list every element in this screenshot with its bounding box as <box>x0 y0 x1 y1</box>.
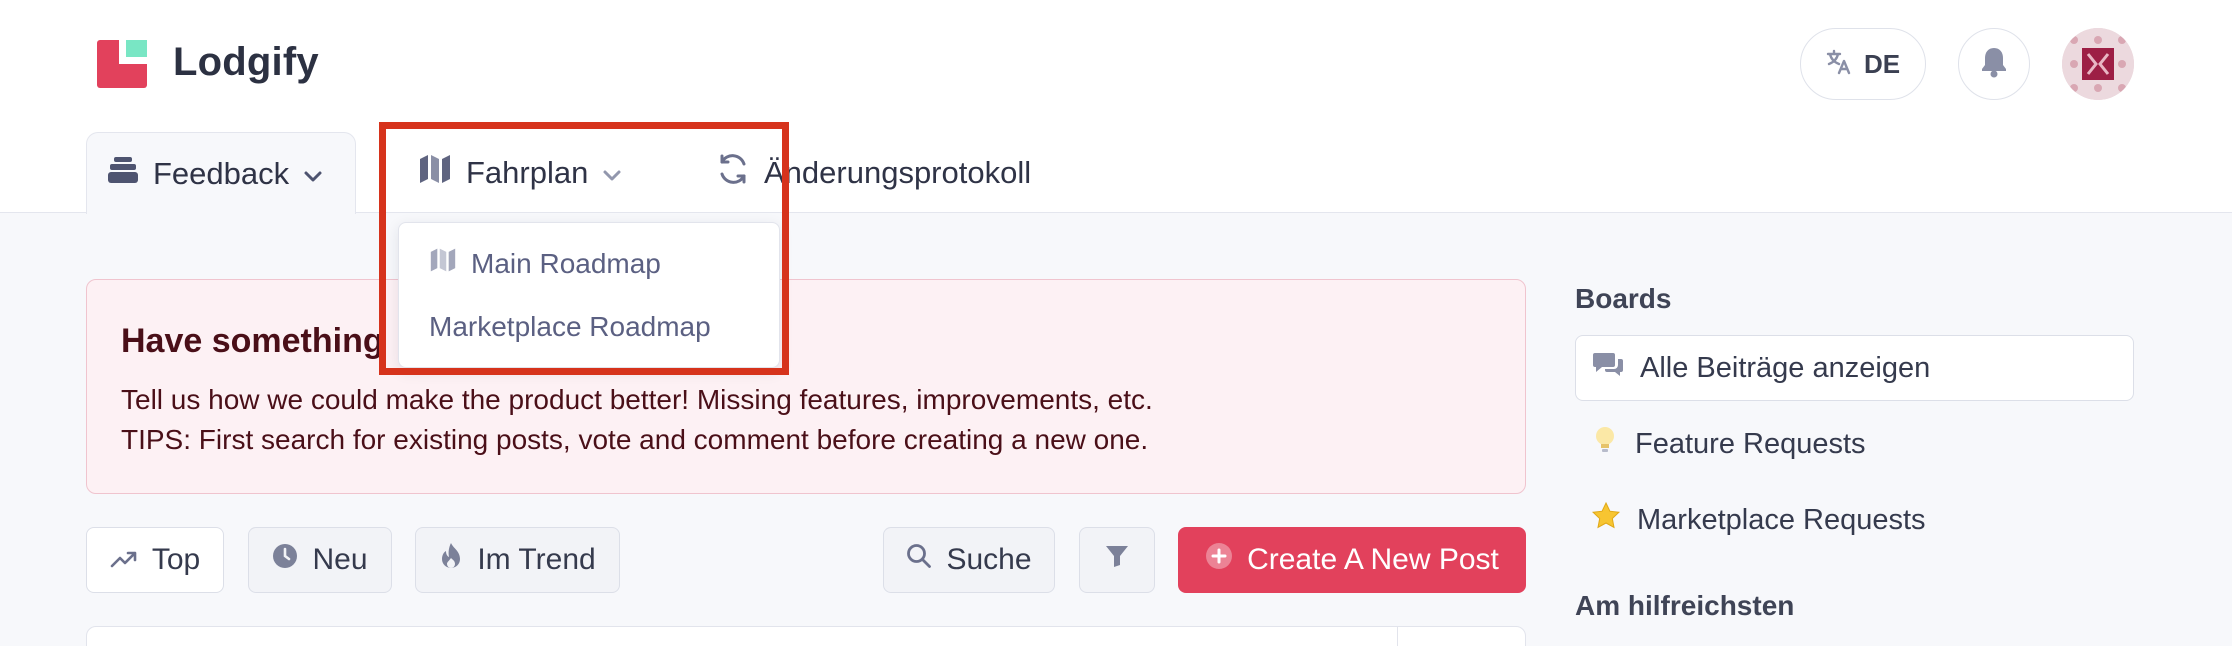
flame-icon <box>439 542 463 578</box>
tab-feedback-label: Feedback <box>153 155 290 191</box>
post-list-container <box>86 626 1526 646</box>
board-all-posts[interactable]: Alle Beiträge anzeigen <box>1575 335 2134 401</box>
trending-up-icon <box>110 543 138 577</box>
map-icon <box>418 153 452 193</box>
banner-tips: TIPS: First search for existing posts, v… <box>121 424 1149 455</box>
language-label: DE <box>1863 48 1901 79</box>
tab-fahrplan[interactable]: Fahrplan <box>418 132 622 214</box>
translate-icon <box>1826 49 1852 80</box>
filter-trending-label: Im Trend <box>477 543 596 576</box>
chevron-down-icon <box>303 156 323 192</box>
most-helpful-heading: Am hilfreichsten <box>1575 590 1795 621</box>
board-marketplace-requests[interactable]: Marketplace Requests <box>1575 487 2134 553</box>
board-label: Alle Beiträge anzeigen <box>1640 351 1931 384</box>
chat-bubbles-icon <box>1592 350 1624 386</box>
dropdown-item-main-roadmap[interactable]: Main Roadmap <box>429 247 661 280</box>
chevron-down-icon <box>602 155 622 191</box>
filter-button[interactable] <box>1079 527 1155 593</box>
boards-heading: Boards <box>1575 283 1672 314</box>
create-post-label: Create A New Post <box>1247 543 1499 576</box>
funnel-icon <box>1104 543 1130 577</box>
language-button[interactable]: DE <box>1800 28 1926 100</box>
clock-icon <box>272 543 298 577</box>
user-avatar[interactable] <box>2062 28 2134 100</box>
tab-feedback[interactable]: Feedback <box>86 132 356 214</box>
board-feature-requests[interactable]: Feature Requests <box>1575 411 2134 477</box>
search-button[interactable]: Suche <box>883 527 1055 593</box>
filter-new-label: Neu <box>312 543 368 576</box>
filter-trending-button[interactable]: Im Trend <box>415 527 620 593</box>
map-icon <box>429 247 457 280</box>
dropdown-item-label: Main Roadmap <box>471 247 661 279</box>
filter-top-label: Top <box>151 543 201 576</box>
dropdown-item-label: Marketplace Roadmap <box>429 311 711 342</box>
tab-fahrplan-label: Fahrplan <box>466 155 589 190</box>
welcome-banner: Have something Tell us how we could make… <box>86 279 1526 494</box>
search-icon <box>906 543 932 577</box>
star-icon <box>1591 501 1621 539</box>
search-label: Suche <box>946 543 1032 576</box>
tab-changelog-label: Änderungsprotokoll <box>764 155 1032 190</box>
stack-icon <box>107 155 139 193</box>
bell-icon <box>1979 46 2009 83</box>
lodgify-logo[interactable] <box>97 40 147 88</box>
banner-title: Have something <box>121 322 384 360</box>
top-navigation-bar: Lodgify DE Feedback Fahrplan Änderungspr… <box>0 0 2232 214</box>
plus-circle-icon <box>1205 542 1233 578</box>
create-post-button[interactable]: Create A New Post <box>1178 527 1526 593</box>
filter-new-button[interactable]: Neu <box>248 527 392 593</box>
banner-description: Tell us how we could make the product be… <box>121 384 1153 415</box>
tab-changelog[interactable]: Änderungsprotokoll <box>716 132 1031 214</box>
dropdown-item-marketplace-roadmap[interactable]: Marketplace Roadmap <box>429 311 711 343</box>
lightbulb-icon <box>1591 425 1619 463</box>
refresh-icon <box>716 152 750 194</box>
board-label: Feature Requests <box>1635 427 1866 460</box>
notifications-button[interactable] <box>1958 28 2030 100</box>
brand-name[interactable]: Lodgify <box>173 40 319 85</box>
board-label: Marketplace Requests <box>1637 503 1926 536</box>
filter-top-button[interactable]: Top <box>86 527 224 593</box>
roadmap-dropdown-menu: Main Roadmap Marketplace Roadmap <box>398 222 780 368</box>
post-list-divider <box>1397 627 1398 646</box>
